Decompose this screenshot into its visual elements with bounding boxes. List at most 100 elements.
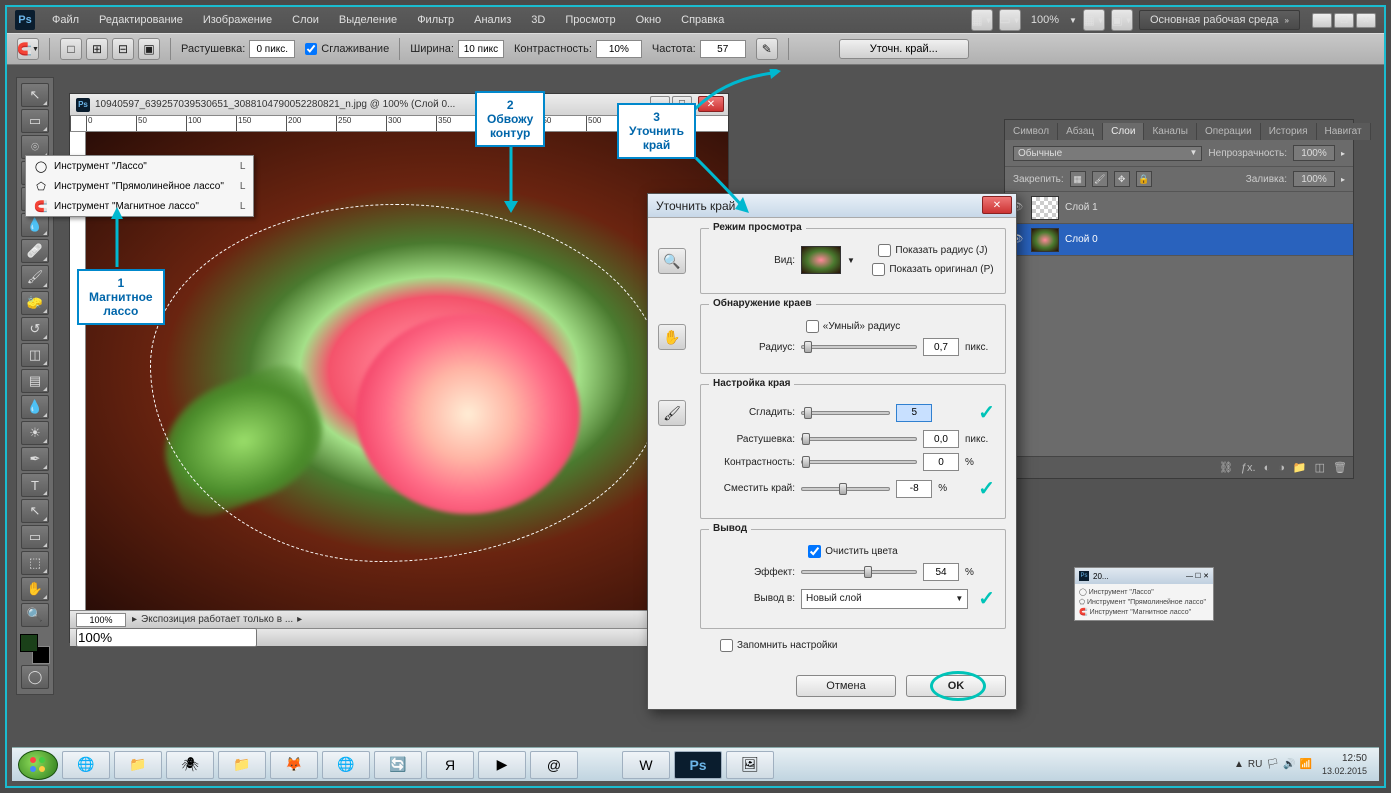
refine-brush-tool[interactable]: 🖌 [658, 400, 686, 426]
workspace-button[interactable]: Основная рабочая среда» [1139, 10, 1300, 30]
smart-radius-checkbox[interactable] [806, 320, 819, 333]
taskbar-app[interactable]: 📁 [218, 751, 266, 779]
taskbar-app[interactable]: @ [530, 751, 578, 779]
selection-new-icon[interactable]: □ [60, 38, 82, 60]
lasso-item-polygonal[interactable]: ⬠ Инструмент "Прямолинейное лассо" L [26, 176, 253, 196]
lock-image-icon[interactable]: 🖌 [1092, 171, 1108, 187]
taskbar-app[interactable]: W [622, 751, 670, 779]
taskbar-app[interactable]: 🌐 [322, 751, 370, 779]
adjustment-layer-icon[interactable]: ◑ [1278, 462, 1285, 474]
show-radius-checkbox[interactable] [878, 244, 891, 257]
layer-name[interactable]: Слой 1 [1065, 202, 1098, 213]
layer-fx-icon[interactable]: ƒx. [1241, 462, 1256, 474]
tray-lang[interactable]: RU [1248, 759, 1262, 770]
dodge-tool[interactable]: ☀ [21, 421, 49, 445]
taskbar-app[interactable]: 🔄 [374, 751, 422, 779]
frequency-input[interactable] [700, 40, 746, 58]
tool-preset-icon[interactable]: 🧲▼ [17, 38, 39, 60]
tray-icon[interactable]: 🔊 [1283, 759, 1295, 770]
menu-3d[interactable]: 3D [522, 11, 554, 29]
menu-analysis[interactable]: Анализ [465, 11, 520, 29]
delete-layer-icon[interactable]: 🗑 [1333, 461, 1347, 474]
menu-file[interactable]: Файл [43, 11, 88, 29]
pen-tool[interactable]: ✒ [21, 447, 49, 471]
layer-group-icon[interactable]: 📁 [1293, 461, 1307, 474]
output-to-select[interactable]: Новый слой▼ [801, 589, 968, 609]
view-thumbnail[interactable] [801, 246, 841, 274]
taskbar-app-ps[interactable]: Ps [674, 751, 722, 779]
ok-button[interactable]: OK [906, 675, 1006, 697]
new-layer-icon[interactable]: ◫ [1315, 461, 1325, 474]
taskbar-app[interactable]: ▶ [478, 751, 526, 779]
cancel-button[interactable]: Отмена [796, 675, 896, 697]
lock-position-icon[interactable]: ✥ [1114, 171, 1130, 187]
taskbar-app[interactable]: 📁 [114, 751, 162, 779]
doc-zoom-input-2[interactable] [76, 628, 257, 647]
blur-tool[interactable]: 💧 [21, 395, 49, 419]
zoom-level[interactable]: 100% [1031, 14, 1059, 26]
tab-character[interactable]: Символ [1005, 123, 1058, 140]
brush-tool[interactable]: 🖌 [21, 265, 49, 289]
taskbar-app[interactable]: 🖼 [726, 751, 774, 779]
show-original-checkbox[interactable] [872, 263, 885, 276]
shape-tool[interactable]: ▭ [21, 525, 49, 549]
type-tool[interactable]: T [21, 473, 49, 497]
dialog-close-button[interactable]: ✕ [982, 196, 1012, 214]
pen-pressure-icon[interactable]: ✎ [756, 38, 778, 60]
taskbar-app[interactable]: 🦊 [270, 751, 318, 779]
doc-zoom-input[interactable] [76, 613, 126, 627]
menu-edit[interactable]: Редактирование [90, 11, 192, 29]
maximize-button[interactable]: ☐ [1334, 13, 1354, 28]
amount-slider[interactable] [801, 570, 917, 574]
refine-hand-tool[interactable]: ✋ [658, 324, 686, 350]
layer-row[interactable]: 👁 Слой 1 [1005, 192, 1353, 224]
healing-tool[interactable]: 🩹 [21, 239, 49, 263]
contrast-input[interactable] [596, 40, 642, 58]
menu-help[interactable]: Справка [672, 11, 733, 29]
tab-layers[interactable]: Слои [1103, 123, 1144, 140]
radius-slider[interactable] [801, 345, 917, 349]
tray-icon[interactable]: 🏳 [1266, 759, 1279, 770]
refine-zoom-tool[interactable]: 🔍 [658, 248, 686, 274]
feather-input[interactable] [249, 40, 295, 58]
quickmask-tool[interactable]: ◯ [21, 665, 49, 689]
smooth-value[interactable] [896, 404, 932, 422]
color-swatches[interactable] [20, 634, 50, 664]
eraser-tool[interactable]: ◫ [21, 343, 49, 367]
layer-thumb[interactable] [1031, 228, 1059, 252]
selection-intersect-icon[interactable]: ▣ [138, 38, 160, 60]
zoom-tool[interactable]: 🔍 [21, 603, 49, 627]
close-button[interactable]: ✕ [1356, 13, 1376, 28]
shift-value[interactable] [896, 480, 932, 498]
lasso-item-lasso[interactable]: ◯ Инструмент "Лассо" L [26, 156, 253, 176]
tab-navigator[interactable]: Навигат [1317, 123, 1371, 140]
taskbar-app[interactable]: Я [426, 751, 474, 779]
tab-channels[interactable]: Каналы [1144, 123, 1197, 140]
width-input[interactable] [458, 40, 504, 58]
tray-clock[interactable]: 12:50 13.02.2015 [1316, 753, 1373, 777]
menu-filter[interactable]: Фильтр [408, 11, 463, 29]
menu-view[interactable]: Просмотр [556, 11, 624, 29]
remember-checkbox[interactable] [720, 639, 733, 652]
menu-window[interactable]: Окно [627, 11, 671, 29]
tab-paragraph[interactable]: Абзац [1058, 123, 1103, 140]
arrange-docs-icon[interactable]: ▦▼ [1083, 9, 1105, 31]
shift-slider[interactable] [801, 487, 890, 491]
fill-input[interactable] [1293, 171, 1335, 187]
tab-history[interactable]: История [1261, 123, 1317, 140]
smooth-slider[interactable] [801, 411, 890, 415]
layer-thumb[interactable] [1031, 196, 1059, 220]
menu-layers[interactable]: Слои [283, 11, 328, 29]
contrast-value[interactable] [923, 453, 959, 471]
start-button[interactable] [18, 750, 58, 780]
refine-edge-button[interactable]: Уточн. край... [839, 39, 969, 59]
radius-value[interactable] [923, 338, 959, 356]
decontaminate-checkbox[interactable] [808, 545, 821, 558]
tab-actions[interactable]: Операции [1197, 123, 1261, 140]
opacity-input[interactable] [1293, 145, 1335, 161]
feather-slider[interactable] [801, 437, 917, 441]
view-extras-icon[interactable]: ▭▼ [999, 9, 1021, 31]
screen-mode-icon[interactable]: ▣▼ [1111, 9, 1133, 31]
hand-tool[interactable]: ✋ [21, 577, 49, 601]
lock-transparent-icon[interactable]: ▦ [1070, 171, 1086, 187]
